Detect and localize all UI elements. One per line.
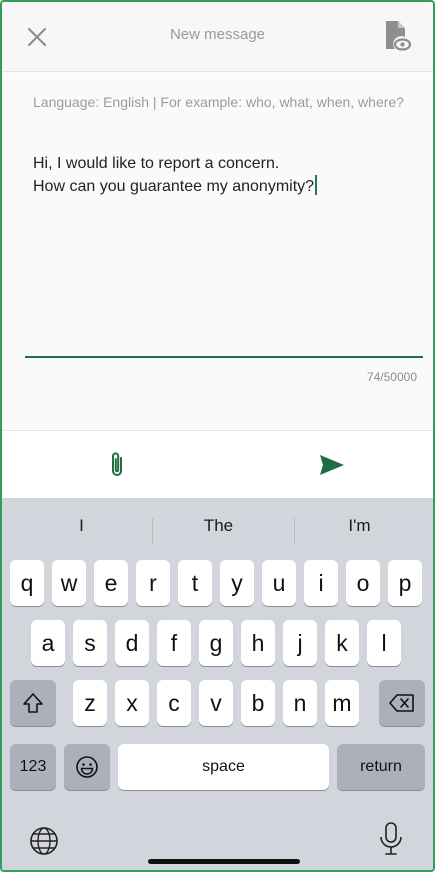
key-x[interactable]: x: [115, 680, 149, 726]
key-h[interactable]: h: [241, 620, 275, 666]
page-title: New message: [169, 26, 266, 43]
key-v[interactable]: v: [199, 680, 233, 726]
attach-button[interactable]: [106, 450, 130, 480]
home-indicator: [148, 859, 300, 864]
message-toolbar: [2, 430, 433, 498]
send-button[interactable]: [318, 453, 346, 477]
emoji-key[interactable]: [64, 744, 110, 790]
numbers-key[interactable]: 123: [10, 744, 56, 790]
shift-key[interactable]: [10, 680, 56, 726]
microphone-icon: [380, 822, 402, 855]
message-compose-area[interactable]: Language: English | For example: who, wh…: [2, 73, 433, 430]
key-l[interactable]: l: [367, 620, 401, 666]
app-frame: New message Language: English | For exam…: [0, 0, 435, 872]
send-icon: [320, 455, 344, 475]
character-counter: 74/50000: [366, 370, 417, 384]
key-q[interactable]: q: [10, 560, 44, 606]
emoji-icon: [76, 756, 98, 778]
message-placeholder-hint: Language: English | For example: who, wh…: [33, 94, 404, 110]
key-t[interactable]: t: [178, 560, 212, 606]
space-key[interactable]: space: [118, 744, 329, 790]
suggestion-bar: I The I'm: [2, 508, 433, 548]
suggestion-3[interactable]: I'm: [288, 516, 431, 536]
key-a[interactable]: a: [31, 620, 65, 666]
key-b[interactable]: b: [241, 680, 275, 726]
suggestion-1[interactable]: I: [10, 516, 153, 536]
shift-icon: [23, 693, 43, 713]
key-d[interactable]: d: [115, 620, 149, 666]
suggestion-2[interactable]: The: [147, 516, 290, 536]
backspace-key[interactable]: [379, 680, 425, 726]
dictation-button[interactable]: [378, 821, 404, 857]
key-g[interactable]: g: [199, 620, 233, 666]
message-text: Hi, I would like to report a concern. Ho…: [33, 155, 315, 195]
key-f[interactable]: f: [157, 620, 191, 666]
key-y[interactable]: y: [220, 560, 254, 606]
key-o[interactable]: o: [346, 560, 380, 606]
globe-icon: [30, 827, 58, 855]
key-s[interactable]: s: [73, 620, 107, 666]
key-e[interactable]: e: [94, 560, 128, 606]
key-z[interactable]: z: [73, 680, 107, 726]
key-c[interactable]: c: [157, 680, 191, 726]
document-eye-icon: [386, 21, 412, 51]
input-underline: [25, 356, 423, 358]
onscreen-keyboard: I The I'm q w e r t y u i o p a s d f g …: [2, 498, 433, 870]
header-bar: New message: [2, 2, 433, 72]
key-m[interactable]: m: [325, 680, 359, 726]
preview-button[interactable]: [383, 20, 412, 52]
key-u[interactable]: u: [262, 560, 296, 606]
key-n[interactable]: n: [283, 680, 317, 726]
backspace-icon: [389, 694, 414, 712]
key-i[interactable]: i: [304, 560, 338, 606]
text-caret: [315, 175, 318, 195]
message-input[interactable]: Hi, I would like to report a concern. Ho…: [33, 153, 415, 198]
return-key[interactable]: return: [337, 744, 425, 790]
key-j[interactable]: j: [283, 620, 317, 666]
key-w[interactable]: w: [52, 560, 86, 606]
key-p[interactable]: p: [388, 560, 422, 606]
globe-button[interactable]: [28, 825, 60, 857]
key-k[interactable]: k: [325, 620, 359, 666]
key-r[interactable]: r: [136, 560, 170, 606]
paperclip-icon: [112, 452, 122, 476]
